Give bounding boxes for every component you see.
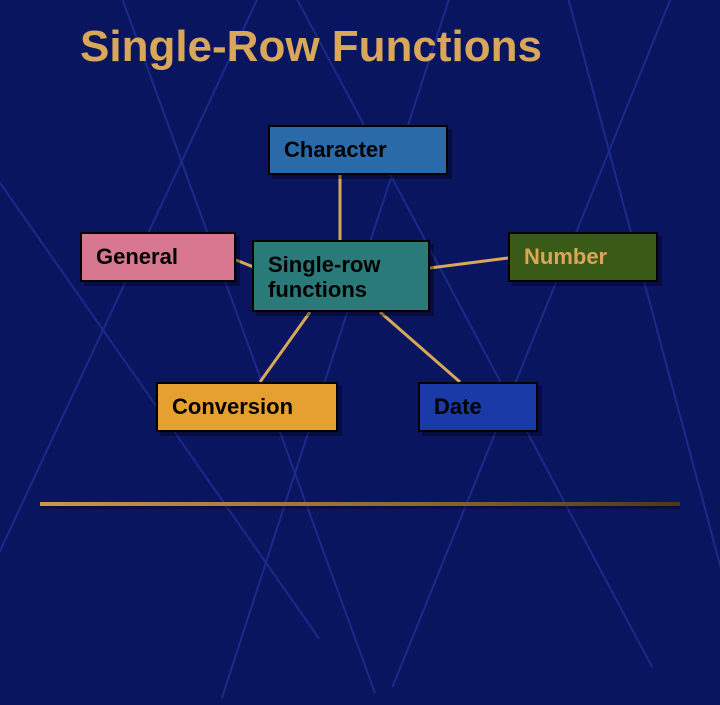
node-date: Date [418, 382, 538, 432]
footer-bar [40, 502, 680, 506]
node-label: General [96, 244, 178, 269]
bg-decoration [524, 0, 720, 705]
node-label: Number [524, 244, 607, 269]
node-center: Single-row functions [252, 240, 430, 312]
node-label: Conversion [172, 394, 293, 419]
node-label-line2: functions [268, 277, 367, 302]
node-label: Date [434, 394, 482, 419]
slide-title: Single-Row Functions [80, 22, 542, 72]
node-conversion: Conversion [156, 382, 338, 432]
node-number: Number [508, 232, 658, 282]
node-label: Character [284, 137, 387, 162]
node-label-line1: Single-row [268, 252, 380, 277]
bg-decoration [391, 0, 720, 688]
node-general: General [80, 232, 236, 282]
bg-decoration [221, 0, 501, 698]
node-character: Character [268, 125, 448, 175]
